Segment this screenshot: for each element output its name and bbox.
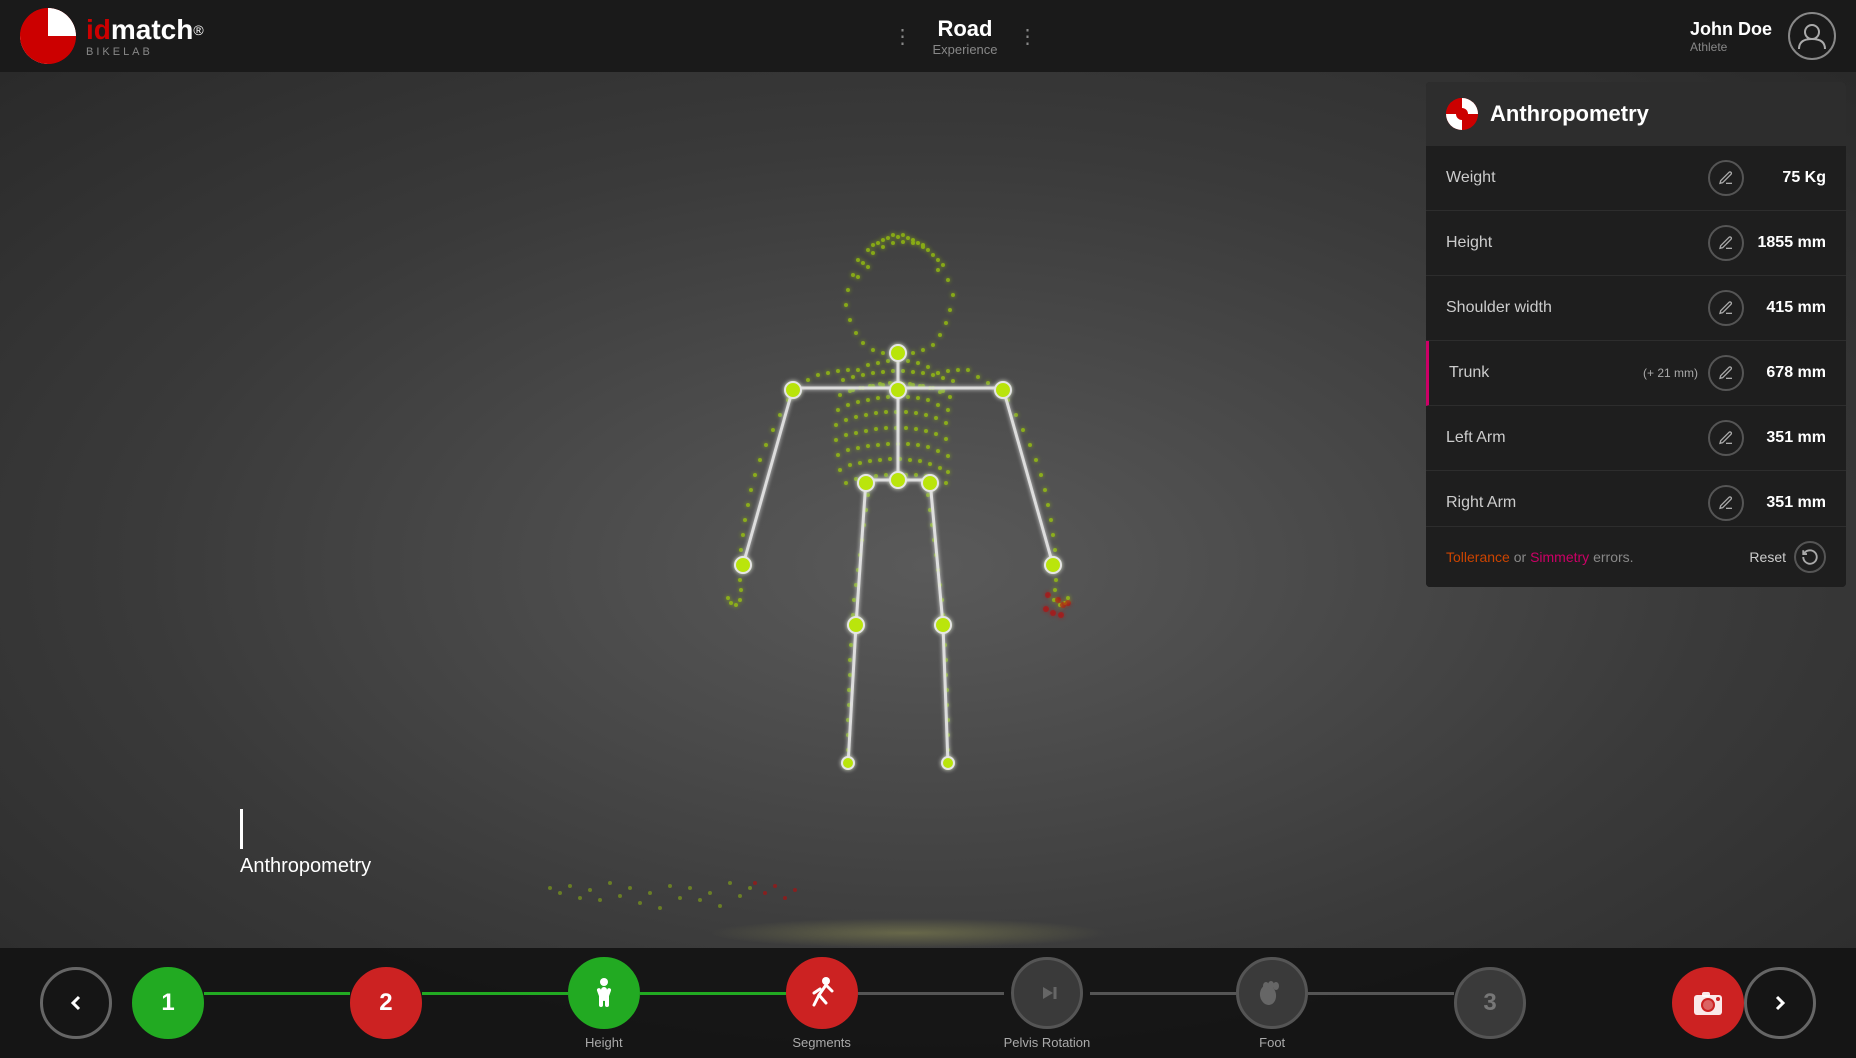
anthro-panel-title: Anthropometry xyxy=(1490,101,1649,127)
anthro-row-right-arm: Right Arm 351 mm xyxy=(1426,471,1846,526)
header-experience-sub: Experience xyxy=(932,42,997,57)
anthro-label-shoulder: Shoulder width xyxy=(1446,299,1708,317)
nav-connector-segments-pelvis xyxy=(858,992,1004,995)
anthro-row-left-arm: Left Arm 351 mm xyxy=(1426,406,1846,471)
anthro-value-shoulder: 415 mm xyxy=(1756,299,1826,317)
header-right: John Doe Athlete xyxy=(1690,12,1836,60)
anthro-label-line xyxy=(240,809,243,849)
nav-connector-1-2 xyxy=(204,992,350,995)
header-user-name: John Doe xyxy=(1690,19,1772,40)
nav-height-label: Height xyxy=(585,1035,623,1050)
bottom-navigation: 1 2 Height xyxy=(0,948,1856,1058)
nav-step-3-circle: 3 xyxy=(1454,967,1526,1039)
header-user-info: John Doe Athlete xyxy=(1690,19,1772,54)
header-title-group: Road Experience xyxy=(932,16,997,57)
tolerance-suffix: errors. xyxy=(1593,549,1633,565)
anthro-value-weight: 75 Kg xyxy=(1756,169,1826,187)
anthro-value-left-arm: 351 mm xyxy=(1756,429,1826,447)
nav-step-1-label: 1 xyxy=(161,989,174,1017)
nav-forward-button[interactable] xyxy=(1744,967,1816,1039)
camera-button[interactable] xyxy=(1672,967,1744,1039)
logo-bikelab: BIKELAB xyxy=(86,46,204,58)
anthro-edit-shoulder[interactable] xyxy=(1708,290,1744,326)
anthro-badge-trunk: (+ 21 mm) xyxy=(1643,366,1698,380)
anthro-value-height: 1855 mm xyxy=(1756,234,1826,252)
tolerance-or: or xyxy=(1514,549,1530,565)
header-experience-title: Road xyxy=(932,16,997,42)
anthro-edit-height[interactable] xyxy=(1708,225,1744,261)
anthro-row-height: Height 1855 mm xyxy=(1426,211,1846,276)
nav-step-foot[interactable]: Foot xyxy=(1236,957,1308,1050)
anthro-label-left-arm: Left Arm xyxy=(1446,429,1708,447)
anthro-label-height: Height xyxy=(1446,234,1708,252)
header-right-dots[interactable]: ⋮ xyxy=(1018,24,1038,49)
nav-step-height-circle xyxy=(568,957,640,1029)
app-header: id match ® BIKELAB ⋮ Road Experience ⋮ J… xyxy=(0,0,1856,72)
nav-step-1[interactable]: 1 xyxy=(132,967,204,1039)
logo-registered: ® xyxy=(193,22,203,38)
reset-icon xyxy=(1794,541,1826,573)
ground-shadow xyxy=(708,918,1108,948)
anthro-footer: Tollerance or Simmetry errors. Reset xyxy=(1426,526,1846,587)
nav-connector-foot-3 xyxy=(1308,992,1454,995)
anthro-logo-icon xyxy=(1446,98,1478,130)
anthro-overlay-text: Anthropometry xyxy=(240,849,371,878)
nav-foot-label: Foot xyxy=(1259,1035,1285,1050)
tolerance-message: Tollerance or Simmetry errors. xyxy=(1446,549,1634,565)
header-center: ⋮ Road Experience ⋮ xyxy=(240,16,1690,57)
logo-id: id xyxy=(86,14,111,46)
anthro-row-shoulder: Shoulder width 415 mm xyxy=(1426,276,1846,341)
anthro-edit-left-arm[interactable] xyxy=(1708,420,1744,456)
anthro-edit-right-arm[interactable] xyxy=(1708,485,1744,521)
anthro-row-trunk: Trunk (+ 21 mm) 678 mm xyxy=(1426,341,1846,406)
anthro-edit-weight[interactable] xyxy=(1708,160,1744,196)
header-user-role: Athlete xyxy=(1690,40,1772,54)
nav-step-height[interactable]: Height xyxy=(568,957,640,1050)
logo-match: match xyxy=(111,14,193,46)
nav-step-segments[interactable]: Segments xyxy=(786,957,858,1050)
header-left-dots[interactable]: ⋮ xyxy=(892,24,912,49)
main-viewport: /* dots generated below */ xyxy=(0,72,1856,1058)
nav-step-2[interactable]: 2 xyxy=(350,967,422,1039)
anthro-label-weight: Weight xyxy=(1446,169,1708,187)
nav-step-foot-circle xyxy=(1236,957,1308,1029)
anthropometry-panel: Anthropometry Weight 75 Kg Height xyxy=(1426,82,1846,587)
reset-button[interactable]: Reset xyxy=(1749,541,1826,573)
anthro-value-right-arm: 351 mm xyxy=(1756,494,1826,512)
nav-step-3[interactable]: 3 xyxy=(1454,967,1526,1039)
logo-area: id match ® BIKELAB xyxy=(20,8,240,64)
nav-step-3-label: 3 xyxy=(1483,989,1496,1017)
anthro-label-trunk: Trunk xyxy=(1449,364,1643,382)
anthro-value-trunk: 678 mm xyxy=(1756,364,1826,382)
nav-connector-pelvis-foot xyxy=(1090,992,1236,995)
logo-icon xyxy=(20,8,76,64)
nav-step-2-circle: 2 xyxy=(350,967,422,1039)
nav-connector-2-height xyxy=(422,992,568,995)
nav-back-button[interactable] xyxy=(40,967,112,1039)
anthro-label-right-arm: Right Arm xyxy=(1446,494,1708,512)
nav-step-pelvis-circle xyxy=(1011,957,1083,1029)
nav-step-1-circle: 1 xyxy=(132,967,204,1039)
nav-connector-height-segments xyxy=(640,992,786,995)
anthro-measurements-list[interactable]: Weight 75 Kg Height 1855 mm xyxy=(1426,146,1846,526)
anthro-panel-header: Anthropometry xyxy=(1426,82,1846,146)
nav-pelvis-label: Pelvis Rotation xyxy=(1004,1035,1091,1050)
reset-label: Reset xyxy=(1749,549,1786,565)
logo-text: id match ® BIKELAB xyxy=(86,14,204,58)
anthro-label-overlay: Anthropometry xyxy=(240,809,371,878)
tolerance-word: Tollerance xyxy=(1446,549,1510,565)
nav-step-pelvis[interactable]: Pelvis Rotation xyxy=(1004,957,1091,1050)
anthro-row-weight: Weight 75 Kg xyxy=(1426,146,1846,211)
nav-step-segments-circle xyxy=(786,957,858,1029)
anthro-edit-trunk[interactable] xyxy=(1708,355,1744,391)
nav-segments-label: Segments xyxy=(792,1035,851,1050)
user-avatar[interactable] xyxy=(1788,12,1836,60)
nav-step-2-label: 2 xyxy=(379,989,392,1017)
simmetry-word: Simmetry xyxy=(1530,549,1589,565)
ground-scatter xyxy=(400,858,900,918)
